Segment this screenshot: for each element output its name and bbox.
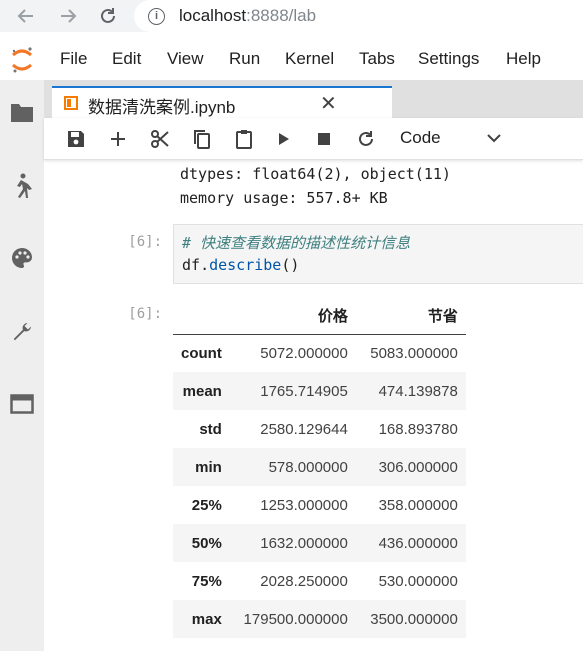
menu-bar: File Edit View Run Kernel Tabs Settings … xyxy=(0,40,583,80)
table-cell: 306.000000 xyxy=(378,458,458,476)
table-cell: 1765.714905 xyxy=(260,382,348,400)
table-row: std 2580.129644 168.893780 xyxy=(173,410,466,448)
code-dot: . xyxy=(200,256,210,274)
table-cell: 5072.000000 xyxy=(260,344,348,362)
table-cell: 358.000000 xyxy=(378,496,458,514)
tab-bar: 数据清洗案例.ipynb ✕ xyxy=(44,80,583,118)
menu-help[interactable]: Help xyxy=(506,49,541,69)
folder-icon[interactable] xyxy=(8,98,36,126)
jupyter-logo-icon xyxy=(12,47,32,73)
stop-icon[interactable] xyxy=(312,127,336,151)
row-index: mean xyxy=(182,382,222,400)
menu-kernel[interactable]: Kernel xyxy=(285,49,334,69)
url-path: :8888/lab xyxy=(246,6,317,25)
table-cell: 436.000000 xyxy=(378,534,458,552)
code-cell-editor[interactable]: # 快速查看数据的描述性统计信息 df.describe() xyxy=(173,224,583,284)
url-host: localhost xyxy=(179,6,247,25)
notebook-tab[interactable]: 数据清洗案例.ipynb ✕ xyxy=(52,86,392,118)
output-prompt: [6]: xyxy=(128,306,162,322)
tabs-icon[interactable] xyxy=(8,390,36,418)
code-variable: df xyxy=(182,256,201,274)
back-arrow-icon[interactable] xyxy=(14,4,38,28)
table-cell: 3500.000000 xyxy=(370,610,458,628)
column-header: 价格 xyxy=(229,298,356,335)
previous-output-line: dtypes: float64(2), object(11) xyxy=(180,165,451,183)
row-index: 25% xyxy=(191,496,222,514)
code-parens: () xyxy=(281,256,300,274)
menu-edit[interactable]: Edit xyxy=(112,49,141,69)
forward-arrow-icon[interactable] xyxy=(56,4,80,28)
running-icon[interactable] xyxy=(8,172,36,200)
copy-icon[interactable] xyxy=(190,127,214,151)
row-index: 50% xyxy=(191,534,222,552)
table-cell: 168.893780 xyxy=(378,420,458,438)
table-cell: 578.000000 xyxy=(268,458,348,476)
table-row: 50% 1632.000000 436.000000 xyxy=(173,524,466,562)
dataframe-table: 价格 节省 count 5072.000000 5083.000000 mean… xyxy=(173,298,466,638)
row-index: min xyxy=(195,458,222,476)
wrench-icon[interactable] xyxy=(8,318,36,346)
restart-icon[interactable] xyxy=(354,127,378,151)
row-index: std xyxy=(199,420,222,438)
menu-run[interactable]: Run xyxy=(229,49,260,69)
table-cell: 1253.000000 xyxy=(260,496,348,514)
cut-icon[interactable] xyxy=(148,127,172,151)
index-header xyxy=(173,298,230,335)
table-row: max 179500.000000 3500.000000 xyxy=(173,600,466,638)
run-icon[interactable] xyxy=(272,127,296,151)
table-row: mean 1765.714905 474.139878 xyxy=(173,372,466,410)
reload-icon[interactable] xyxy=(96,4,120,28)
table-row: count 5072.000000 5083.000000 xyxy=(173,334,466,372)
table-row: min 578.000000 306.000000 xyxy=(173,448,466,486)
table-cell: 2580.129644 xyxy=(260,420,348,438)
table-cell: 474.139878 xyxy=(378,382,458,400)
row-index: 75% xyxy=(191,572,222,590)
table-cell: 1632.000000 xyxy=(260,534,348,552)
browser-toolbar: i localhost:8888/lab xyxy=(0,0,583,32)
table-header-row: 价格 节省 xyxy=(173,298,466,335)
tab-title: 数据清洗案例.ipynb xyxy=(88,98,236,117)
notebook-panel: dtypes: float64(2), object(11) memory us… xyxy=(44,160,583,651)
save-icon[interactable] xyxy=(64,127,88,151)
add-cell-icon[interactable] xyxy=(106,127,130,151)
table-row: 25% 1253.000000 358.000000 xyxy=(173,486,466,524)
row-index: max xyxy=(191,610,222,628)
menu-tabs[interactable]: Tabs xyxy=(359,49,395,69)
input-prompt: [6]: xyxy=(128,234,162,250)
column-header: 节省 xyxy=(355,298,466,335)
table-cell: 2028.250000 xyxy=(260,572,348,590)
code-line: df.describe() xyxy=(182,256,299,274)
previous-output-line: memory usage: 557.8+ KB xyxy=(180,189,388,207)
notebook-toolbar: Code xyxy=(44,118,583,160)
palette-icon[interactable] xyxy=(8,244,36,272)
chevron-down-icon[interactable] xyxy=(484,128,504,148)
notebook-icon xyxy=(64,96,78,110)
menu-file[interactable]: File xyxy=(60,49,87,69)
table-row: 75% 2028.250000 530.000000 xyxy=(173,562,466,600)
address-bar[interactable]: i localhost:8888/lab xyxy=(134,0,583,32)
table-cell: 5083.000000 xyxy=(370,344,458,362)
cell-type-select[interactable]: Code xyxy=(400,128,441,148)
close-icon[interactable]: ✕ xyxy=(320,91,337,116)
paste-icon[interactable] xyxy=(232,127,256,151)
table-cell: 179500.000000 xyxy=(243,610,348,628)
menu-view[interactable]: View xyxy=(167,49,204,69)
menu-settings[interactable]: Settings xyxy=(418,49,479,69)
info-icon[interactable]: i xyxy=(148,7,165,25)
table-cell: 530.000000 xyxy=(378,572,458,590)
code-comment: # 快速查看数据的描述性统计信息 xyxy=(182,234,411,252)
code-method: describe xyxy=(209,256,282,274)
left-sidebar xyxy=(0,80,44,651)
row-index: count xyxy=(181,344,222,362)
